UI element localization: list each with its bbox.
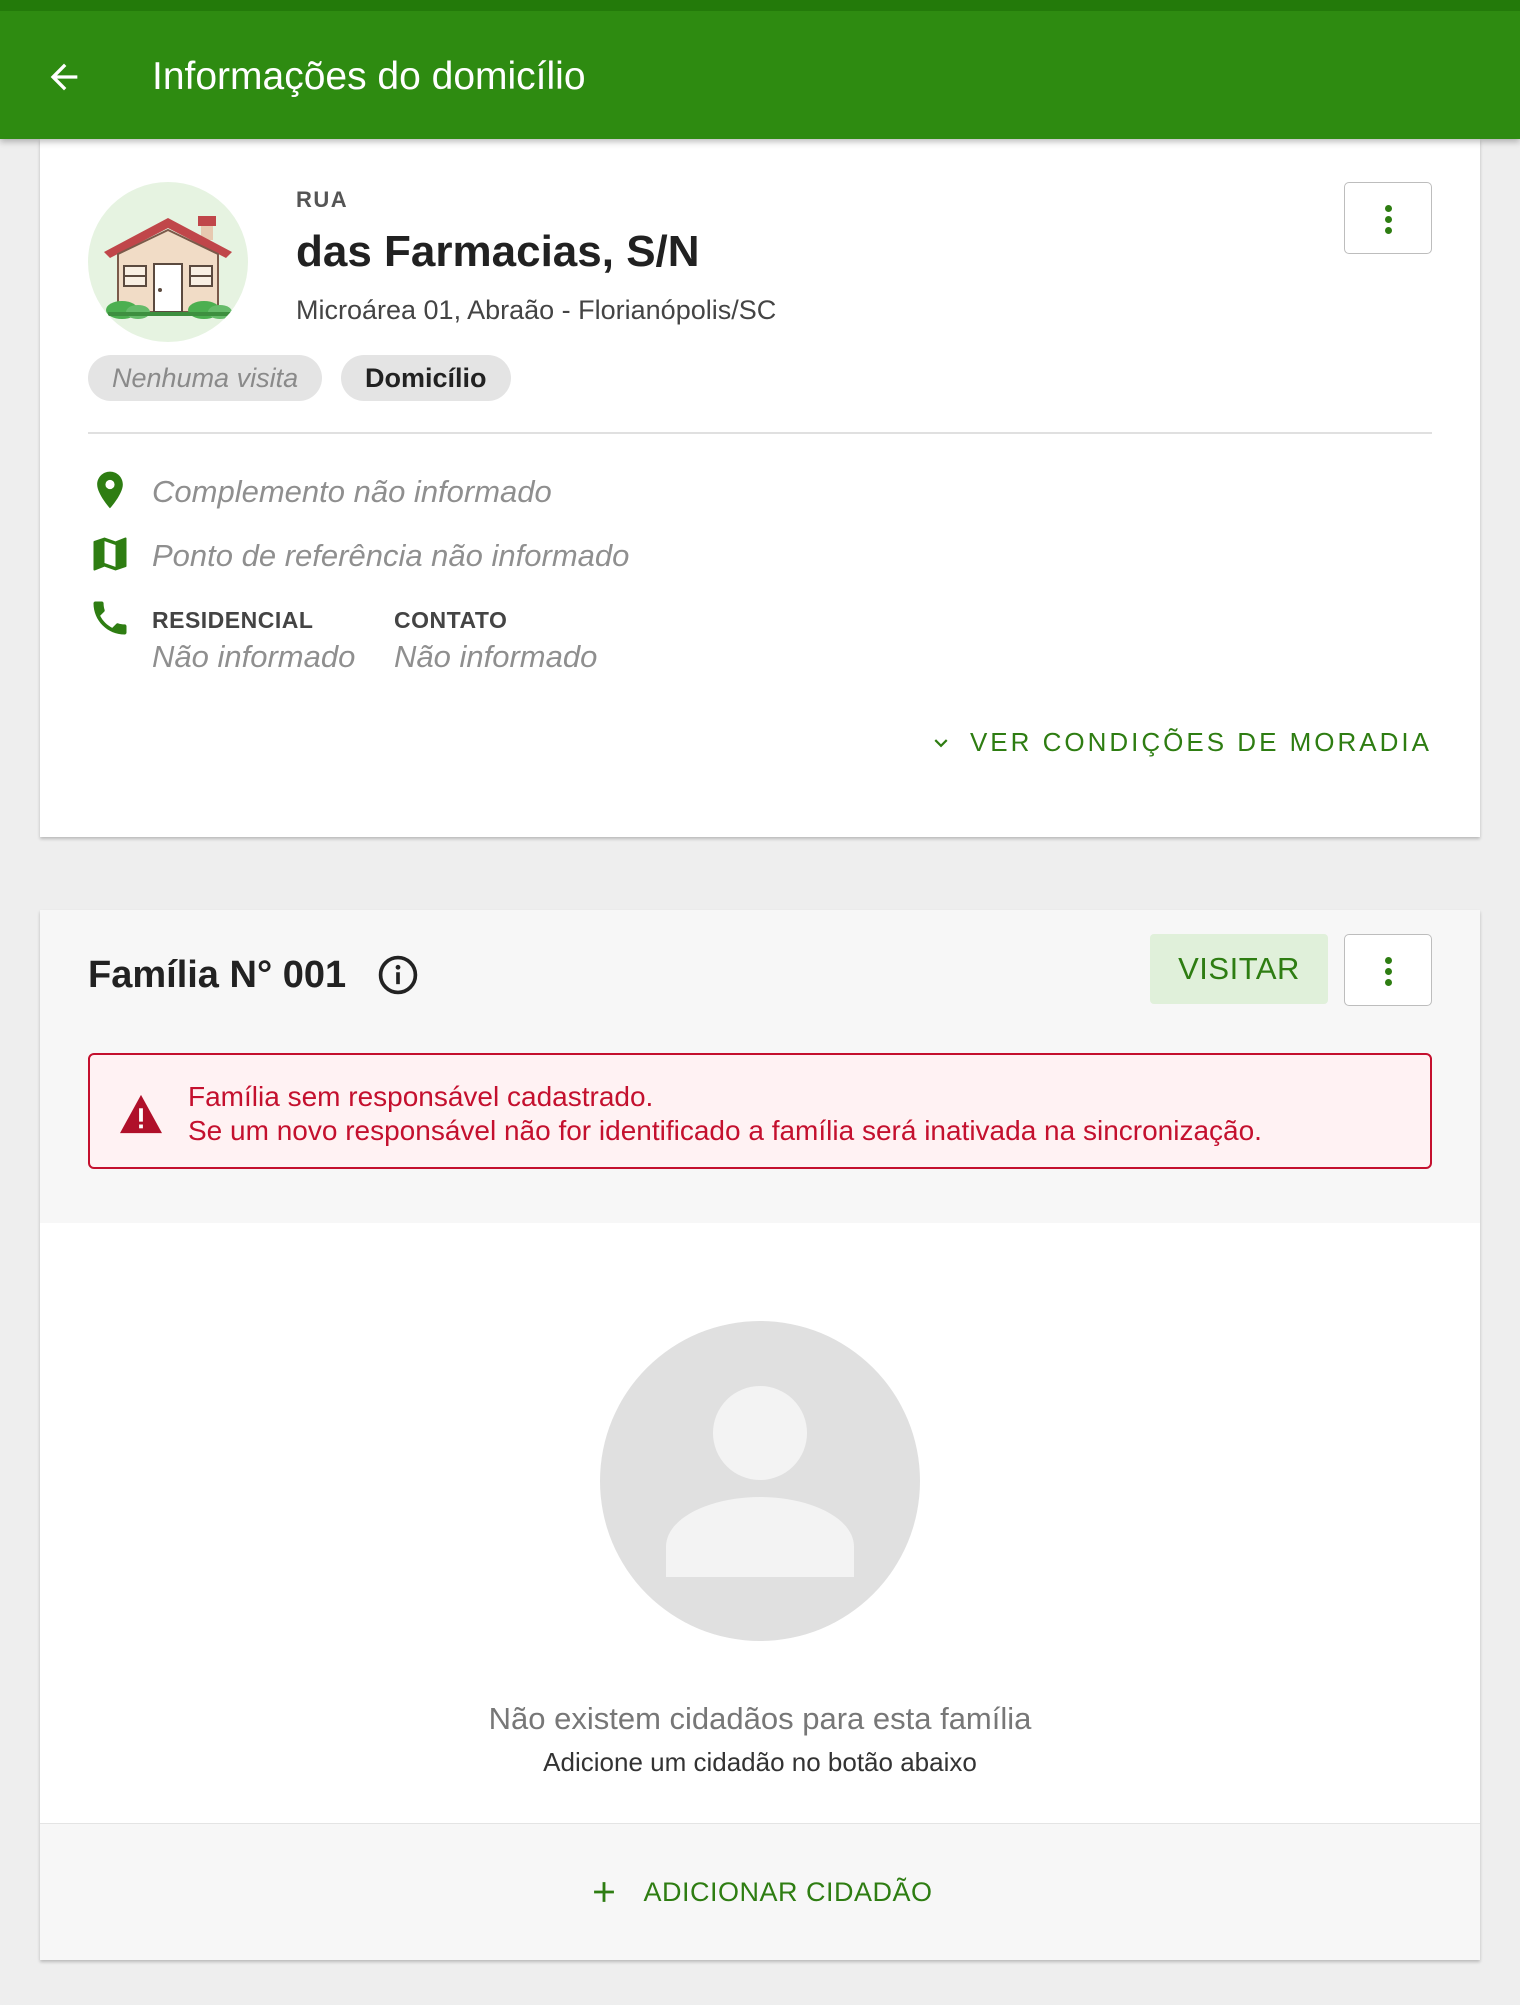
plus-icon — [594, 1882, 615, 1902]
street-type-label: RUA — [296, 187, 349, 212]
app-bar: Informações do domicílio — [0, 0, 1520, 139]
street-name: das Farmacias, S/N — [296, 227, 700, 276]
ver-condicoes-button[interactable]: VER CONDIÇÕES DE MORADIA — [928, 727, 1432, 758]
back-arrow-icon[interactable] — [44, 57, 84, 97]
map-icon — [88, 532, 132, 576]
empty-citizens-area: Não existem cidadãos para esta família A… — [40, 1223, 1480, 1823]
alert-line-1: Família sem responsável cadastrado. — [188, 1081, 654, 1112]
chevron-down-icon — [934, 738, 948, 747]
phone-icon — [88, 596, 132, 640]
visit-button[interactable]: VISITAR — [1150, 934, 1328, 1004]
person-placeholder-icon — [600, 1321, 920, 1641]
info-icon[interactable] — [376, 953, 420, 997]
residential-phone-label: RESIDENCIAL — [152, 607, 314, 633]
property-type-chip: Domicílio — [341, 355, 511, 401]
family-card: Família N° 001 VISITAR Família sem respo… — [40, 910, 1480, 1960]
contact-phone-label: CONTATO — [394, 607, 508, 633]
alert-line-2: Se um novo responsável não for identific… — [188, 1115, 1262, 1146]
add-citizen-label: ADICIONAR CIDADÃO — [643, 1876, 933, 1907]
warning-icon — [120, 1094, 162, 1134]
address-card: RUA das Farmacias, S/N Microárea 01, Abr… — [40, 139, 1480, 837]
visit-status-chip: Nenhuma visita — [88, 355, 323, 401]
family-more-button[interactable] — [1344, 934, 1432, 1006]
address-more-button[interactable] — [1344, 182, 1432, 254]
complemento-text: Complemento não informado — [152, 474, 552, 509]
add-citizen-button[interactable]: ADICIONAR CIDADÃO — [40, 1823, 1480, 1960]
house-icon — [88, 182, 248, 342]
ver-condicoes-label: VER CONDIÇÕES DE MORADIA — [969, 727, 1432, 757]
family-title: Família N° 001 — [88, 954, 347, 996]
residential-phone-value: Não informado — [152, 639, 356, 674]
more-vert-icon — [1385, 205, 1392, 212]
empty-subtitle: Adicione um cidadão no botão abaixo — [543, 1747, 977, 1777]
more-vert-icon — [1385, 957, 1392, 964]
no-responsible-alert: Família sem responsável cadastrado. Se u… — [88, 1053, 1432, 1169]
contact-phone-value: Não informado — [394, 639, 598, 674]
page-title: Informações do domicílio — [152, 55, 586, 98]
referencia-text: Ponto de referência não informado — [152, 538, 630, 573]
location-pin-icon — [88, 468, 132, 512]
address-location: Microárea 01, Abraão - Florianópolis/SC — [296, 295, 777, 325]
empty-title: Não existem cidadãos para esta família — [488, 1701, 1032, 1736]
divider — [88, 432, 1432, 434]
